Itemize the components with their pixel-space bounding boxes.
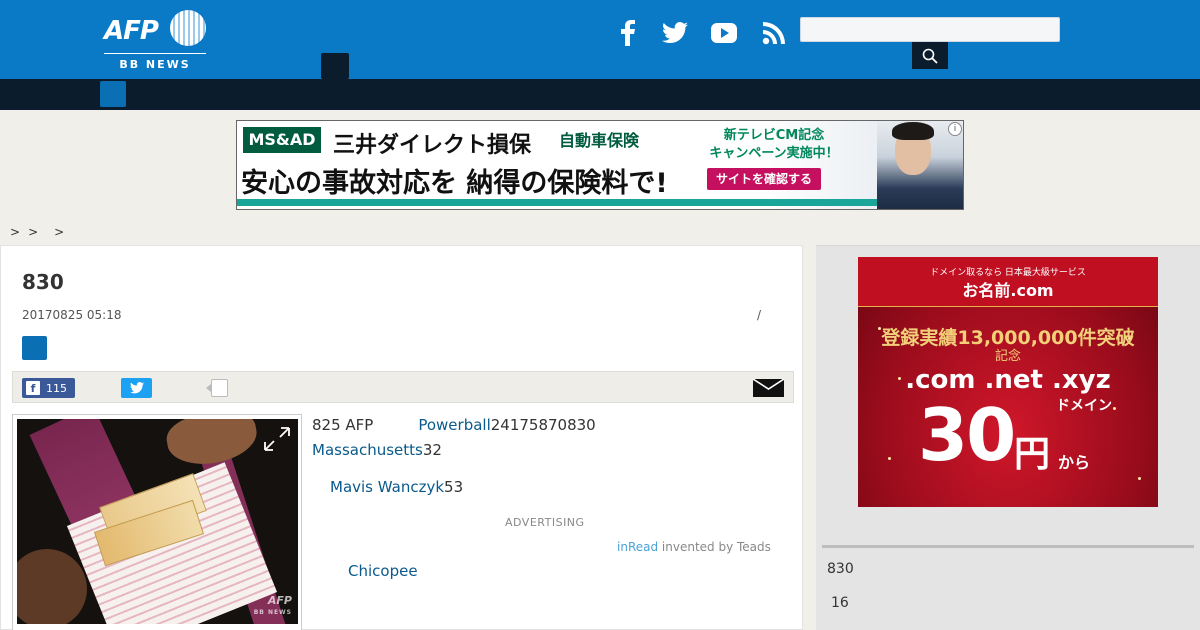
share-count-bubble <box>206 379 228 397</box>
ad-info-icon[interactable]: i <box>948 122 962 136</box>
rss-icon[interactable] <box>760 18 788 48</box>
sidebar-ad-tlds: .com .net .xyz <box>905 365 1111 395</box>
article: 830 20170825 05:18 / f 115 AFP BB NEWS 8… <box>0 245 803 630</box>
photo-detail <box>17 549 87 624</box>
paragraph-text: 24175870830 <box>490 416 596 434</box>
article-photo-frame: AFP BB NEWS <box>12 414 302 630</box>
sidebar-ad-logo: お名前.com <box>962 281 1054 300</box>
inread-link[interactable]: inRead <box>617 540 658 554</box>
paragraph-text: 53 <box>444 478 464 496</box>
ad-stripe <box>237 199 877 206</box>
category-tag[interactable] <box>22 336 47 360</box>
breadcrumb-separator[interactable]: > <box>28 225 38 239</box>
youtube-icon[interactable] <box>708 18 740 48</box>
sparkle <box>888 457 891 460</box>
globe-icon <box>170 10 206 46</box>
share-bar: f 115 <box>12 371 794 403</box>
sidebar-ad-domain: ドメイン <box>1056 398 1112 414</box>
ad-brand-logo: MS&AD <box>243 127 321 153</box>
massachusetts-link[interactable]: Massachusetts <box>312 441 423 459</box>
sidebar: ドメイン取るなら 日本最大級サービス お名前.com 登録実績13,000,00… <box>816 245 1200 630</box>
sparkle <box>1113 407 1116 410</box>
sidebar-divider <box>822 545 1194 548</box>
search-button[interactable] <box>912 42 948 69</box>
facebook-share-count: 115 <box>46 381 67 395</box>
sidebar-ad-yen: 円 <box>1014 434 1051 475</box>
powerball-link[interactable]: Powerball <box>418 416 490 434</box>
article-paragraph: Mavis Wanczyk53 <box>330 478 463 496</box>
search-icon <box>922 48 938 64</box>
twitter-icon <box>129 382 144 394</box>
article-meta-slash: / <box>757 308 762 322</box>
watermark-text: AFP <box>267 594 292 607</box>
logo-subtitle: BB NEWS <box>119 58 191 71</box>
ad-campaign-line2: キャンペーン実施中！ <box>709 146 839 161</box>
ad-tagline: 安心の事故対応を 納得の保険料で! <box>241 168 668 199</box>
logo-divider <box>104 53 206 54</box>
paragraph-text: 825 AFP <box>312 416 374 434</box>
facebook-share-button[interactable]: f 115 <box>22 378 75 398</box>
twitter-icon[interactable] <box>660 18 690 48</box>
article-photo[interactable]: AFP BB NEWS <box>17 419 298 624</box>
breadcrumb-separator[interactable]: > <box>10 225 20 239</box>
search-input[interactable] <box>800 17 1060 42</box>
sidebar-ad-kara: から <box>1058 453 1091 472</box>
mail-icon[interactable] <box>752 378 785 401</box>
chicopee-link[interactable]: Chicopee <box>348 562 418 580</box>
sidebar-list-item[interactable]: 830 <box>827 561 854 577</box>
advertising-label: ADVERTISING <box>505 516 585 529</box>
article-paragraph: Chicopee <box>348 562 418 580</box>
ad-cta-button[interactable]: サイトを確認する <box>707 168 821 190</box>
sidebar-list-item[interactable]: 16 <box>831 595 849 611</box>
ad-hair <box>892 122 934 140</box>
sparkle <box>1138 477 1141 480</box>
inread-text: invented by Teads <box>658 540 771 554</box>
article-title: 830 <box>22 270 64 294</box>
logo-text: AFP <box>104 16 159 46</box>
menu-button[interactable] <box>321 53 349 79</box>
mavis-wanczyk-link[interactable]: Mavis Wanczyk <box>330 478 444 496</box>
article-paragraph: Massachusetts32 <box>312 441 442 459</box>
facebook-icon[interactable] <box>614 18 642 48</box>
inread-credit: inRead invented by Teads <box>617 540 771 554</box>
twitter-share-button[interactable] <box>121 378 152 398</box>
afp-logo[interactable]: AFP BB NEWS <box>104 8 208 72</box>
top-ad-banner[interactable]: MS&AD 三井ダイレクト損保 自動車保険 新テレビCM記念 キャンペーン実施中… <box>236 120 964 210</box>
watermark-subtext: BB NEWS <box>253 609 292 616</box>
photo-detail <box>163 419 261 471</box>
ad-campaign: 新テレビCM記念 キャンペーン実施中！ <box>699 127 849 163</box>
sidebar-ad-kinen: 記念 <box>994 349 1021 364</box>
paragraph-text: 32 <box>422 441 442 459</box>
article-paragraph: 825 AFP Powerball24175870830 <box>312 416 596 434</box>
site-header: AFP BB NEWS <box>0 0 1200 79</box>
nav-home-button[interactable] <box>100 81 126 107</box>
breadcrumb-separator[interactable]: > <box>54 225 64 239</box>
sidebar-ad[interactable]: ドメイン取るなら 日本最大級サービス お名前.com 登録実績13,000,00… <box>858 257 1158 507</box>
ad-headline: 三井ダイレクト損保 <box>333 133 532 158</box>
sidebar-ad-price: 30 <box>918 393 1016 477</box>
ad-car-insurance: 自動車保険 <box>559 131 640 150</box>
ad-campaign-line1: 新テレビCM記念 <box>723 128 825 143</box>
nav-bar <box>0 79 1200 110</box>
article-date: 20170825 05:18 <box>22 308 122 322</box>
breadcrumb: > > > <box>10 225 72 239</box>
facebook-icon: f <box>26 381 40 395</box>
photo-watermark: AFP BB NEWS <box>253 594 292 618</box>
expand-icon[interactable] <box>262 425 292 453</box>
